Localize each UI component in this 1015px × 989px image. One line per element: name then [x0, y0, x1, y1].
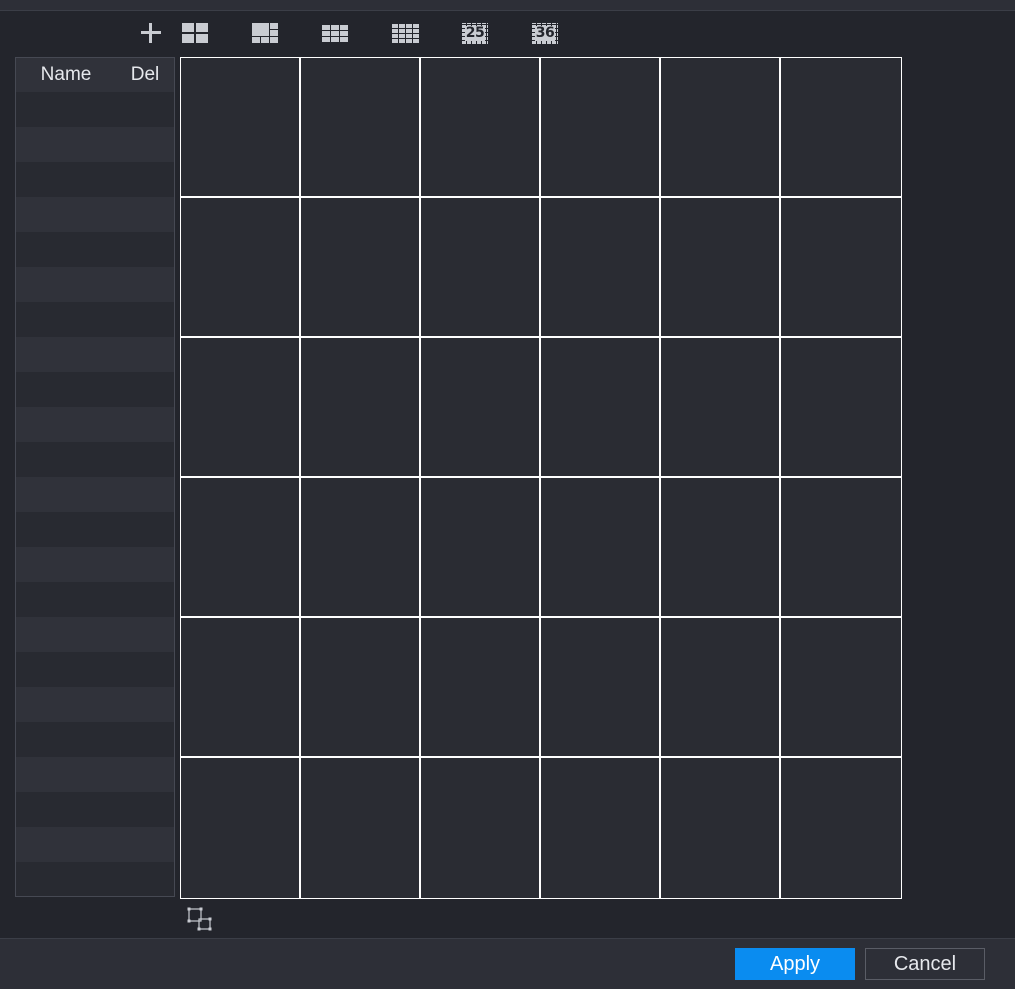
grid-cell[interactable] — [541, 478, 661, 618]
grid-cell[interactable] — [781, 338, 901, 478]
list-header: Name Del — [16, 58, 174, 92]
list-row — [16, 267, 174, 302]
grid-cell[interactable] — [181, 478, 301, 618]
grid-cell[interactable] — [781, 758, 901, 898]
list-row — [16, 162, 174, 197]
add-icon[interactable] — [137, 20, 165, 46]
grid-cell[interactable] — [661, 338, 781, 478]
grid-cell[interactable] — [181, 758, 301, 898]
grid-cell[interactable] — [781, 198, 901, 338]
grid-cell[interactable] — [541, 618, 661, 758]
grid-cell[interactable] — [181, 198, 301, 338]
layout-6-icon[interactable] — [251, 20, 279, 46]
grid-cell[interactable] — [661, 58, 781, 198]
grid-cell[interactable] — [181, 338, 301, 478]
layout-16-icon[interactable] — [391, 20, 419, 46]
grid-cell[interactable] — [661, 618, 781, 758]
grid-cell[interactable] — [661, 478, 781, 618]
grid-cell[interactable] — [781, 618, 901, 758]
list-row — [16, 757, 174, 792]
apply-button[interactable]: Apply — [735, 948, 855, 980]
list-row — [16, 862, 174, 896]
layout-list: Name Del — [15, 57, 175, 897]
grid-cell[interactable] — [541, 58, 661, 198]
cancel-button[interactable]: Cancel — [865, 948, 985, 980]
list-row — [16, 442, 174, 477]
list-rows — [16, 92, 174, 896]
list-row — [16, 827, 174, 862]
layout-36-icon[interactable]: 36 — [531, 20, 559, 46]
footer-bar — [0, 938, 1015, 989]
list-row — [16, 547, 174, 582]
grid-cell[interactable] — [301, 478, 421, 618]
list-row — [16, 617, 174, 652]
grid-cell[interactable] — [301, 58, 421, 198]
list-row — [16, 302, 174, 337]
grid-cell[interactable] — [541, 758, 661, 898]
column-name-header: Name — [40, 64, 92, 85]
list-row — [16, 197, 174, 232]
layout-25-icon[interactable]: 25 — [461, 20, 489, 46]
list-row — [16, 232, 174, 267]
grid-cell[interactable] — [781, 478, 901, 618]
list-row — [16, 337, 174, 372]
grid-cell[interactable] — [781, 58, 901, 198]
list-row — [16, 127, 174, 162]
grid-cell[interactable] — [301, 338, 421, 478]
layout-grid — [180, 57, 902, 899]
list-row — [16, 92, 174, 127]
list-row — [16, 477, 174, 512]
list-row — [16, 512, 174, 547]
list-row — [16, 687, 174, 722]
list-row — [16, 722, 174, 757]
merge-split-icon[interactable] — [186, 906, 214, 932]
grid-cell[interactable] — [661, 198, 781, 338]
list-row — [16, 652, 174, 687]
layout-9-icon[interactable] — [321, 20, 349, 46]
grid-cell[interactable] — [541, 198, 661, 338]
list-row — [16, 372, 174, 407]
layout-25-label: 25 — [465, 25, 485, 41]
grid-cell[interactable] — [661, 758, 781, 898]
top-bar — [0, 0, 1015, 11]
grid-cell[interactable] — [421, 198, 541, 338]
layout-editor-window: 25 36 Name Del Apply Cancel — [0, 0, 1015, 989]
layout-36-label: 36 — [535, 25, 555, 41]
grid-cell[interactable] — [421, 478, 541, 618]
grid-cell[interactable] — [421, 58, 541, 198]
grid-cell[interactable] — [421, 338, 541, 478]
grid-cell[interactable] — [301, 618, 421, 758]
grid-cell[interactable] — [181, 58, 301, 198]
grid-cell[interactable] — [301, 198, 421, 338]
grid-cell[interactable] — [181, 618, 301, 758]
list-row — [16, 792, 174, 827]
column-del-header: Del — [130, 64, 160, 85]
layout-4-icon[interactable] — [181, 20, 209, 46]
grid-cell[interactable] — [541, 338, 661, 478]
grid-cell[interactable] — [421, 758, 541, 898]
list-row — [16, 407, 174, 442]
grid-cell[interactable] — [301, 758, 421, 898]
list-row — [16, 582, 174, 617]
grid-cell[interactable] — [421, 618, 541, 758]
